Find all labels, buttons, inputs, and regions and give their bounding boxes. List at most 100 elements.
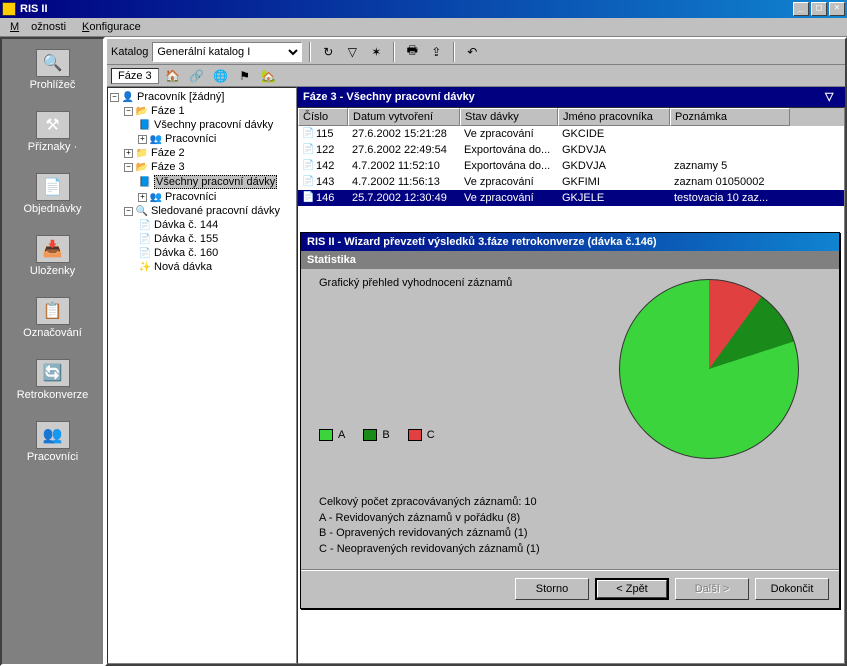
tree-node-worker[interactable]: −👤Pracovník [žádný] [110, 90, 294, 104]
tree-node-batch-160[interactable]: 📄Dávka č. 160 [110, 246, 294, 260]
tree-node-batch-144[interactable]: 📄Dávka č. 144 [110, 218, 294, 232]
folder-icon: 📂 [135, 105, 149, 117]
tree-node-all-batches-1[interactable]: 📘Všechny pracovní dávky [110, 118, 294, 132]
col-worker[interactable]: Jméno pracovníka [558, 108, 670, 126]
collapse-icon[interactable]: − [124, 207, 133, 216]
col-number[interactable]: Číslo [298, 108, 348, 126]
list-title: Fáze 3 - Všechny pracovní dávky [303, 91, 475, 103]
tree-view[interactable]: −👤Pracovník [žádný] −📂Fáze 1 📘Všechny pr… [107, 87, 297, 664]
star-home-icon[interactable]: 🏡 [259, 66, 279, 86]
batch-icon: 📄 [138, 233, 152, 245]
tree-node-workers-3[interactable]: +👥Pracovníci [110, 190, 294, 204]
globe-icon[interactable]: 🌐 [211, 66, 231, 86]
new-icon: ✨ [138, 261, 152, 273]
workers-icon: 👥 [149, 191, 163, 203]
sidebar-item-oznacovani[interactable]: 📋 Označování [8, 291, 97, 345]
expand-icon[interactable]: + [138, 135, 147, 144]
menu-options[interactable]: Možnosti [4, 19, 72, 35]
marking-icon: 📋 [36, 297, 70, 325]
table-row[interactable]: 📄1434.7.2002 11:56:13Ve zpracováníGKFIMI… [298, 174, 844, 190]
list-header: Fáze 3 - Všechny pracovní dávky ▽ [297, 87, 845, 107]
expand-icon[interactable]: + [124, 149, 133, 158]
pie-chart [619, 279, 799, 459]
row-icon: 📄 [302, 192, 314, 204]
browser-icon: 🔍 [36, 49, 70, 77]
sidebar-item-label: Příznaky · [28, 141, 78, 153]
back-button[interactable]: < Zpět [595, 578, 669, 600]
col-date[interactable]: Datum vytvoření [348, 108, 460, 126]
person-icon: 👤 [121, 91, 135, 103]
finish-button[interactable]: Dokončit [755, 578, 829, 600]
folder-icon: 📂 [135, 161, 149, 173]
folder-icon: 📁 [135, 147, 149, 159]
legend-item-b: B [363, 429, 389, 441]
maximize-button[interactable]: □ [811, 2, 827, 16]
tree-node-phase1[interactable]: −📂Fáze 1 [110, 104, 294, 118]
catalog-label: Katalog [111, 46, 148, 58]
sidebar-item-label: Pracovníci [27, 451, 78, 463]
col-note[interactable]: Poznámka [670, 108, 790, 126]
wizard-buttons: Storno < Zpět Další > Dokončit [301, 569, 839, 608]
collapse-icon[interactable]: − [124, 107, 133, 116]
sidebar-item-objednavky[interactable]: 📄 Objednávky [8, 167, 97, 221]
stat-c: C - Neopravených revidovaných záznamů (1… [319, 542, 540, 557]
table-row[interactable]: 📄14625.7.2002 12:30:49Ve zpracováníGKJEL… [298, 190, 844, 206]
table-row[interactable]: 📄1424.7.2002 11:52:10Exportována do...GK… [298, 158, 844, 174]
sidebar-item-pracovnici[interactable]: 👥Pracovníci [8, 415, 97, 469]
watch-icon: 🔍 [135, 205, 149, 217]
app-icon [2, 2, 16, 16]
orders-icon: 📄 [36, 173, 70, 201]
menu-config[interactable]: Konfigurace [76, 19, 147, 35]
expand-icon[interactable]: + [138, 193, 147, 202]
row-icon: 📄 [302, 176, 314, 188]
sidebar-item-label: Retrokonverze [17, 389, 89, 401]
settings-icon[interactable]: ✶ [366, 42, 386, 62]
tree-node-phase2[interactable]: +📁Fáze 2 [110, 146, 294, 160]
collapse-icon[interactable]: − [124, 163, 133, 172]
tree-node-watched[interactable]: −🔍Sledované pracovní dávky [110, 204, 294, 218]
undo-icon[interactable]: ↶ [462, 42, 482, 62]
filter-icon[interactable]: ▽ [825, 90, 839, 104]
tree-node-all-batches-3[interactable]: 📘Všechny pracovní dávky [110, 174, 294, 190]
titlebar: RIS II _ □ × [0, 0, 847, 18]
batch-icon: 📘 [138, 119, 152, 131]
batch-icon: 📄 [138, 247, 152, 259]
close-button[interactable]: × [829, 2, 845, 16]
saved-icon: 📥 [36, 235, 70, 263]
sidebar-item-label: Označování [23, 327, 82, 339]
link-icon[interactable]: 🔗 [187, 66, 207, 86]
legend-item-c: C [408, 429, 435, 441]
col-status[interactable]: Stav dávky [460, 108, 558, 126]
toolbar-phase: Fáze 3 🏠 🔗 🌐 ⚑ 🏡 [107, 65, 845, 87]
wizard-title: RIS II - Wizard převzetí výsledků 3.fáze… [301, 233, 839, 251]
home-icon[interactable]: 🏠 [163, 66, 183, 86]
table-row[interactable]: 📄12227.6.2002 22:49:54Exportována do...G… [298, 142, 844, 158]
swatch-c [408, 429, 422, 441]
tree-node-new-batch[interactable]: ✨Nová dávka [110, 260, 294, 274]
tree-node-phase3[interactable]: −📂Fáze 3 [110, 160, 294, 174]
minimize-button[interactable]: _ [793, 2, 809, 16]
sidebar-item-prohlizec[interactable]: 🔍Prohlížeč [8, 43, 97, 97]
sidebar-item-priznaky[interactable]: ⚒ Příznaky · [8, 105, 97, 159]
sidebar-item-retrokonverze[interactable]: 🔄Retrokonverze [8, 353, 97, 407]
sidebar-item-label: Objednávky [23, 203, 81, 215]
stat-a: A - Revidovaných záznamů v pořádku (8) [319, 511, 540, 526]
print-icon[interactable]: 🖶 [402, 42, 422, 62]
flag-icon[interactable]: ⚑ [235, 66, 255, 86]
refresh-icon[interactable]: ↻ [318, 42, 338, 62]
catalog-select[interactable]: Generální katalog I [152, 42, 302, 62]
row-icon: 📄 [302, 128, 314, 140]
cancel-button[interactable]: Storno [515, 578, 589, 600]
tree-node-batch-155[interactable]: 📄Dávka č. 155 [110, 232, 294, 246]
tree-node-workers-1[interactable]: +👥Pracovníci [110, 132, 294, 146]
sidebar-item-label: Uloženky [30, 265, 75, 277]
next-button[interactable]: Další > [675, 578, 749, 600]
flags-icon: ⚒ [36, 111, 70, 139]
sidebar-item-ulozenky[interactable]: 📥 Uloženky [8, 229, 97, 283]
export-icon[interactable]: ⇪ [426, 42, 446, 62]
table-row[interactable]: 📄11527.6.2002 15:21:28Ve zpracováníGKCID… [298, 126, 844, 142]
legend-item-a: A [319, 429, 345, 441]
collapse-icon[interactable]: − [110, 93, 119, 102]
filter-icon[interactable]: ▽ [342, 42, 362, 62]
workers-icon: 👥 [149, 133, 163, 145]
